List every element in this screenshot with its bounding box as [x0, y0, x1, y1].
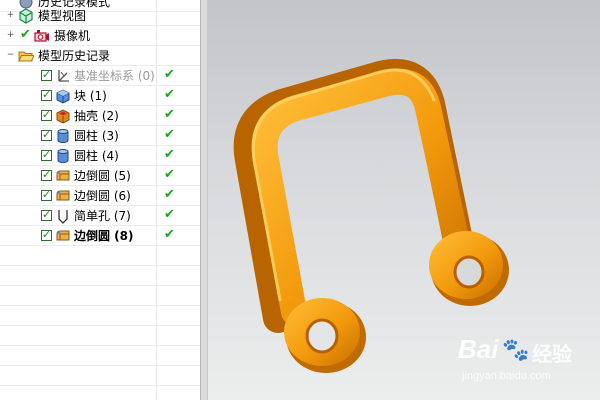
camera-icon — [34, 30, 49, 42]
feature-checkbox[interactable] — [41, 148, 52, 161]
empty-row — [0, 306, 200, 326]
feature-label: 圆柱 (3) — [74, 129, 119, 143]
feature-checkbox[interactable] — [41, 88, 52, 101]
visible-checkmark-icon[interactable]: ✔ — [20, 27, 31, 42]
expand-plus-icon[interactable]: + — [6, 11, 15, 20]
right-eyelet-hole — [453, 255, 485, 289]
feature-label: 基准坐标系 (0) — [74, 69, 155, 83]
green-checkmark-icon: ✔ — [164, 107, 175, 122]
feature-label: 边倒圆 (8) — [74, 229, 134, 243]
feature-row-shell[interactable]: 抽壳 (2) ✔ — [0, 106, 200, 126]
watermark-url: jingyan.baidu.com — [462, 370, 551, 382]
tree-node-label: 摄像机 — [54, 29, 91, 43]
empty-row — [0, 346, 200, 366]
expand-plus-icon[interactable]: + — [6, 31, 15, 40]
feature-row-simple-hole[interactable]: 简单孔 (7) ✔ — [0, 206, 200, 226]
collapse-minus-icon[interactable]: − — [6, 51, 15, 60]
green-checkmark-icon: ✔ — [164, 207, 175, 222]
feature-checkbox[interactable] — [41, 188, 52, 201]
feature-row-edge-blend-5[interactable]: 边倒圆 (5) ✔ — [0, 166, 200, 186]
feature-row-edge-blend-8[interactable]: 边倒圆 (8) ✔ — [0, 226, 200, 246]
feature-checkbox[interactable] — [41, 68, 52, 81]
green-checkmark-icon: ✔ — [164, 67, 175, 82]
empty-row — [0, 326, 200, 346]
edge-blend-icon — [56, 230, 70, 241]
feature-row-block[interactable]: 块 (1) ✔ — [0, 86, 200, 106]
splitter-handle[interactable] — [200, 0, 208, 400]
folder-open-icon — [18, 51, 34, 62]
feature-label: 圆柱 (4) — [74, 149, 119, 163]
block-icon — [56, 89, 70, 104]
feature-label: 边倒圆 (5) — [74, 169, 131, 183]
tree-node-label: 模型视图 — [38, 9, 87, 23]
tree-node-cameras[interactable]: + ✔ 摄像机 — [0, 26, 200, 46]
watermark-brand-tail: 经验 — [532, 342, 572, 366]
part-navigator: 历史记录模式 + 模型视图 + ✔ 摄像机 − 模型历史记录 ✓ 基准坐标系 (… — [0, 0, 200, 400]
feature-checkbox[interactable] — [41, 108, 52, 121]
cylinder-icon — [57, 129, 69, 143]
cylinder-icon — [57, 149, 69, 163]
green-checkmark-icon: ✔ — [164, 127, 175, 142]
green-checkmark-icon: ✔ — [164, 187, 175, 202]
green-checkmark-icon: ✔ — [164, 87, 175, 102]
feature-row-datum-csys[interactable]: 基准坐标系 (0) ✔ — [0, 66, 200, 86]
feature-label: 边倒圆 (6) — [74, 189, 131, 203]
datum-csys-icon — [58, 70, 69, 82]
green-checkmark-icon: ✔ — [164, 227, 175, 242]
empty-row — [0, 286, 200, 306]
feature-checkbox[interactable] — [41, 228, 52, 241]
graphics-viewport[interactable]: Bai 🐾 经验 jingyan.baidu.com — [208, 0, 600, 400]
tree-node-model-views[interactable]: + 模型视图 — [0, 6, 200, 26]
tree-node-label: 模型历史记录 — [38, 49, 111, 63]
watermark-brand: Bai — [458, 334, 499, 364]
hole-icon — [58, 210, 68, 224]
empty-row — [0, 366, 200, 386]
left-eyelet-hole — [305, 318, 339, 354]
feature-label: 块 (1) — [74, 89, 107, 103]
model-views-icon — [19, 8, 33, 24]
feature-row-cylinder-3[interactable]: 圆柱 (3) ✔ — [0, 126, 200, 146]
baidu-jingyan-watermark: Bai 🐾 经验 jingyan.baidu.com — [458, 334, 598, 394]
shell-icon — [56, 109, 70, 124]
paw-icon: 🐾 — [502, 338, 530, 363]
tree-node-model-history[interactable]: − 模型历史记录 — [0, 46, 200, 66]
empty-row — [0, 246, 200, 266]
feature-row-edge-blend-6[interactable]: 边倒圆 (6) ✔ — [0, 186, 200, 206]
feature-checkbox[interactable] — [41, 168, 52, 181]
feature-row-cylinder-4[interactable]: 圆柱 (4) ✔ — [0, 146, 200, 166]
edge-blend-icon — [56, 190, 70, 201]
green-checkmark-icon: ✔ — [164, 147, 175, 162]
empty-row — [0, 266, 200, 286]
feature-label: 简单孔 (7) — [74, 209, 131, 223]
empty-row — [0, 386, 200, 400]
feature-label: 抽壳 (2) — [74, 109, 119, 123]
feature-checkbox[interactable] — [41, 208, 52, 221]
edge-blend-icon — [56, 170, 70, 181]
green-checkmark-icon: ✔ — [164, 167, 175, 182]
feature-checkbox[interactable] — [41, 128, 52, 141]
